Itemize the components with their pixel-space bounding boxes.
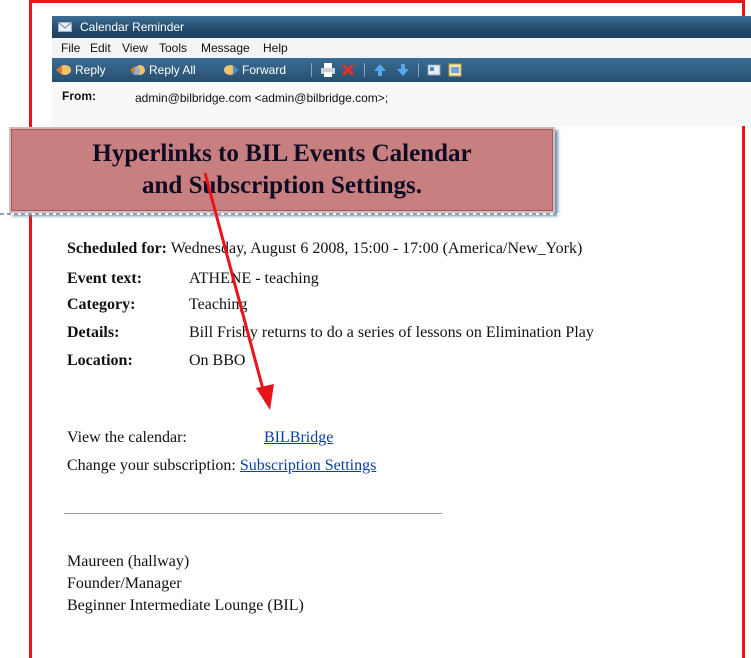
menu-message[interactable]: Message: [201, 38, 250, 58]
from-value: admin@bilbridge.com <admin@bilbridge.com…: [135, 91, 389, 105]
message-header: From: admin@bilbridge.com <admin@bilbrid…: [52, 82, 751, 126]
menu-file[interactable]: File: [61, 38, 80, 58]
toolbar-separator: [418, 63, 419, 77]
callout-line-1: Hyperlinks to BIL Events Calendar: [92, 140, 472, 167]
from-label: From:: [62, 89, 96, 103]
previous-icon: [374, 64, 386, 76]
toolbar: Reply Reply All Forward: [52, 58, 751, 82]
field-label: Event text:: [67, 270, 143, 287]
delete-icon: [341, 63, 355, 77]
calendar-link-label: View the calendar:: [67, 429, 187, 446]
menu-tools[interactable]: Tools: [159, 38, 187, 58]
mail-icon: [58, 22, 72, 32]
toolbar-separator: [364, 63, 365, 77]
field-value: Bill Frisby returns to do a series of le…: [189, 324, 594, 341]
title-bar: Calendar Reminder: [52, 16, 751, 38]
contacts-icon: [427, 64, 441, 76]
signature-line: Maureen (hallway): [67, 553, 190, 570]
subscription-link-row: Change your subscription: Subscription S…: [67, 456, 376, 476]
subscription-link-label: Change your subscription:: [67, 457, 236, 474]
scheduled-label: Scheduled for:: [67, 240, 167, 257]
field-value: Teaching: [189, 296, 248, 313]
menu-view[interactable]: View: [122, 38, 148, 58]
window-title: Calendar Reminder: [80, 20, 185, 34]
scheduled-row: Scheduled for: Wednesday, August 6 2008,…: [67, 239, 582, 259]
field-label: Details:: [67, 324, 120, 341]
dashed-divider: [0, 213, 560, 215]
field-value: On BBO: [189, 352, 246, 369]
reply-all-label: Reply All: [149, 63, 196, 77]
calendar-link-row: View the calendar:: [67, 428, 187, 448]
field-label: Category:: [67, 296, 136, 313]
signature-line: Founder/Manager: [67, 575, 182, 592]
signature-divider: [64, 513, 442, 514]
annotation-callout: Hyperlinks to BIL Events Calendar and Su…: [9, 127, 555, 213]
forward-label: Forward: [242, 63, 287, 77]
reply-icon: [56, 65, 71, 75]
menu-help[interactable]: Help: [263, 38, 288, 58]
menu-edit[interactable]: Edit: [90, 38, 111, 58]
field-value: ATHENE - teaching: [189, 270, 319, 287]
scheduled-value: Wednesday, August 6 2008, 15:00 - 17:00 …: [170, 240, 583, 257]
calendar-icon: [448, 63, 462, 77]
reply-all-icon: [130, 65, 145, 75]
field-label: Location:: [67, 352, 133, 369]
subscription-settings-link[interactable]: Subscription Settings: [240, 457, 376, 474]
next-icon: [397, 64, 409, 76]
callout-line-2: and Subscription Settings.: [142, 172, 422, 199]
email-window: Calendar Reminder File Edit View Tools M…: [52, 16, 751, 126]
menu-bar: File Edit View Tools Message Help: [52, 38, 751, 58]
bilbridge-link[interactable]: BILBridge: [264, 428, 333, 448]
reply-label: Reply: [75, 63, 106, 77]
print-icon: [321, 63, 335, 77]
forward-icon: [224, 65, 239, 75]
signature-line: Beginner Intermediate Lounge (BIL): [67, 597, 304, 614]
toolbar-separator: [311, 63, 312, 77]
